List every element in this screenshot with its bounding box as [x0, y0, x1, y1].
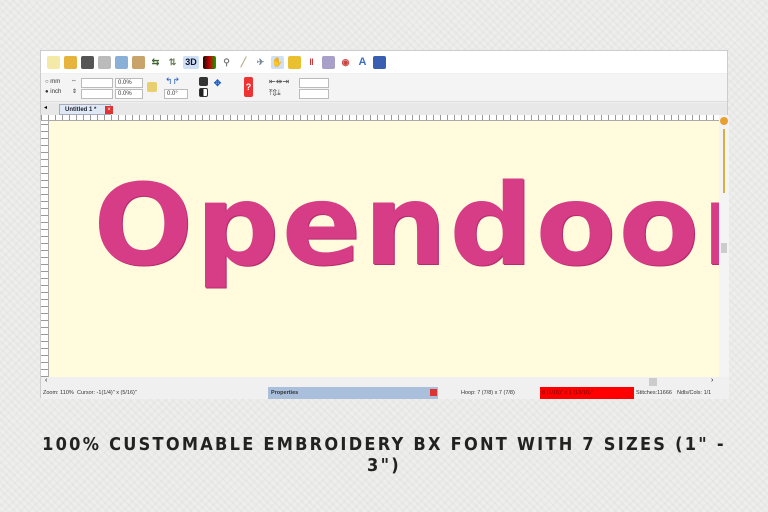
vspacing-icons[interactable]: ⤒⇳⤓: [269, 88, 281, 98]
close-tab-icon[interactable]: ×: [105, 106, 113, 114]
size-toolbar: ○ mm ● inch ⇔ ⇕ 0.0% 0.0% ↰↱ 0.0° ✥ ? ⇤⇹…: [41, 74, 727, 102]
height-percent-input[interactable]: 0.0%: [115, 89, 143, 99]
rotate-icons[interactable]: ↰↱: [165, 76, 180, 87]
vertical-ruler: [41, 121, 49, 377]
width-percent-input[interactable]: 0.0%: [115, 78, 143, 88]
unit-inch-label: inch: [50, 89, 62, 95]
design-canvas[interactable]: Opendoor: [49, 121, 719, 377]
flip-icon[interactable]: ⇅: [166, 56, 179, 69]
hand-icon[interactable]: ✋: [271, 55, 284, 69]
text-icon[interactable]: A: [356, 56, 369, 69]
tab-untitled-1[interactable]: Untitled 1 *: [59, 104, 111, 115]
caption: 100% CUSTOMABLE EMBROIDERY BX FONT WITH …: [42, 434, 726, 476]
print-icon[interactable]: [98, 55, 111, 69]
measure-icon[interactable]: ╱: [237, 56, 250, 69]
scroll-left-arrow[interactable]: ‹: [45, 377, 47, 384]
hscroll-thumb[interactable]: [649, 378, 657, 386]
horizontal-scrollbar[interactable]: ‹ ›: [41, 377, 729, 387]
frame-icon[interactable]: [288, 55, 301, 69]
paste-icon[interactable]: [132, 55, 145, 69]
thread-icon[interactable]: ‖: [305, 56, 318, 69]
3d-icon[interactable]: 3D: [183, 55, 199, 69]
zoom-slider[interactable]: [723, 129, 725, 193]
help-icon[interactable]: ?: [244, 77, 253, 97]
align-icon[interactable]: [199, 77, 208, 86]
zoom-handle-icon[interactable]: [720, 117, 728, 125]
properties-close-icon[interactable]: [430, 389, 437, 396]
copy-icon[interactable]: [115, 55, 128, 69]
height-input[interactable]: [81, 89, 113, 99]
unit-mm-radio[interactable]: ○ mm: [45, 79, 60, 85]
width-input[interactable]: [81, 78, 113, 88]
spacing-icons[interactable]: ⇤⇹⇥: [269, 77, 289, 86]
cursor-status: Cursor: -1(1/4)" x (5/16)": [77, 390, 137, 396]
stitches-status: Stitches:11666: [636, 390, 672, 396]
height-icon: ⇕: [72, 89, 78, 95]
stitch-icon[interactable]: ◉: [339, 56, 352, 69]
needles-status: Ndls/Cols: 1/1: [677, 390, 712, 396]
palette-icon[interactable]: [322, 55, 335, 69]
hoop-status: Hoop: 7 (7/8) x 7 (7/8): [461, 390, 515, 396]
save-icon[interactable]: [81, 55, 94, 69]
center-icon[interactable]: ✥: [211, 77, 224, 90]
width-icon: ⇔: [71, 78, 77, 84]
tab-scroll-left[interactable]: ◂: [44, 104, 47, 111]
zoom-icon[interactable]: ⚲: [220, 56, 233, 69]
vertical-scrollbar[interactable]: [719, 115, 729, 377]
color-icon[interactable]: [203, 55, 216, 69]
embroidery-design-text[interactable]: Opendoor: [93, 161, 719, 291]
status-bar: Zoom: 110% Cursor: -1(1/4)" x (5/16)" Pr…: [41, 387, 729, 399]
contrast-icon[interactable]: [199, 88, 208, 97]
main-toolbar: ⇆ ⇅ 3D ⚲ ╱ ✈ ✋ ‖ ◉ A: [41, 51, 727, 73]
spacing-input[interactable]: [299, 78, 329, 88]
hoop-icon[interactable]: ✈: [254, 56, 267, 69]
zoom-status: Zoom: 110%: [43, 390, 74, 396]
mirror-icon[interactable]: ⇆: [149, 56, 162, 69]
design-size-status: 8 (1/16)" x 1 (13/16)": [540, 387, 634, 399]
scroll-right-arrow[interactable]: ›: [711, 377, 713, 384]
unit-mm-label: mm: [50, 79, 61, 85]
app-window: ⇆ ⇅ 3D ⚲ ╱ ✈ ✋ ‖ ◉ A ○ mm ● inch ⇔ ⇕ 0.0…: [40, 50, 729, 399]
scroll-thumb[interactable]: [721, 243, 727, 253]
export-icon[interactable]: [373, 55, 386, 69]
rotation-input[interactable]: 0.0°: [164, 89, 188, 99]
tab-bar: ◂ Untitled 1 * ×: [41, 103, 727, 115]
vspacing-input[interactable]: [299, 89, 329, 99]
unit-inch-radio[interactable]: ● inch: [45, 89, 61, 95]
lock-icon[interactable]: [147, 82, 157, 92]
new-icon[interactable]: [47, 55, 60, 69]
open-icon[interactable]: [64, 55, 77, 69]
properties-panel[interactable]: Properties: [268, 387, 438, 399]
